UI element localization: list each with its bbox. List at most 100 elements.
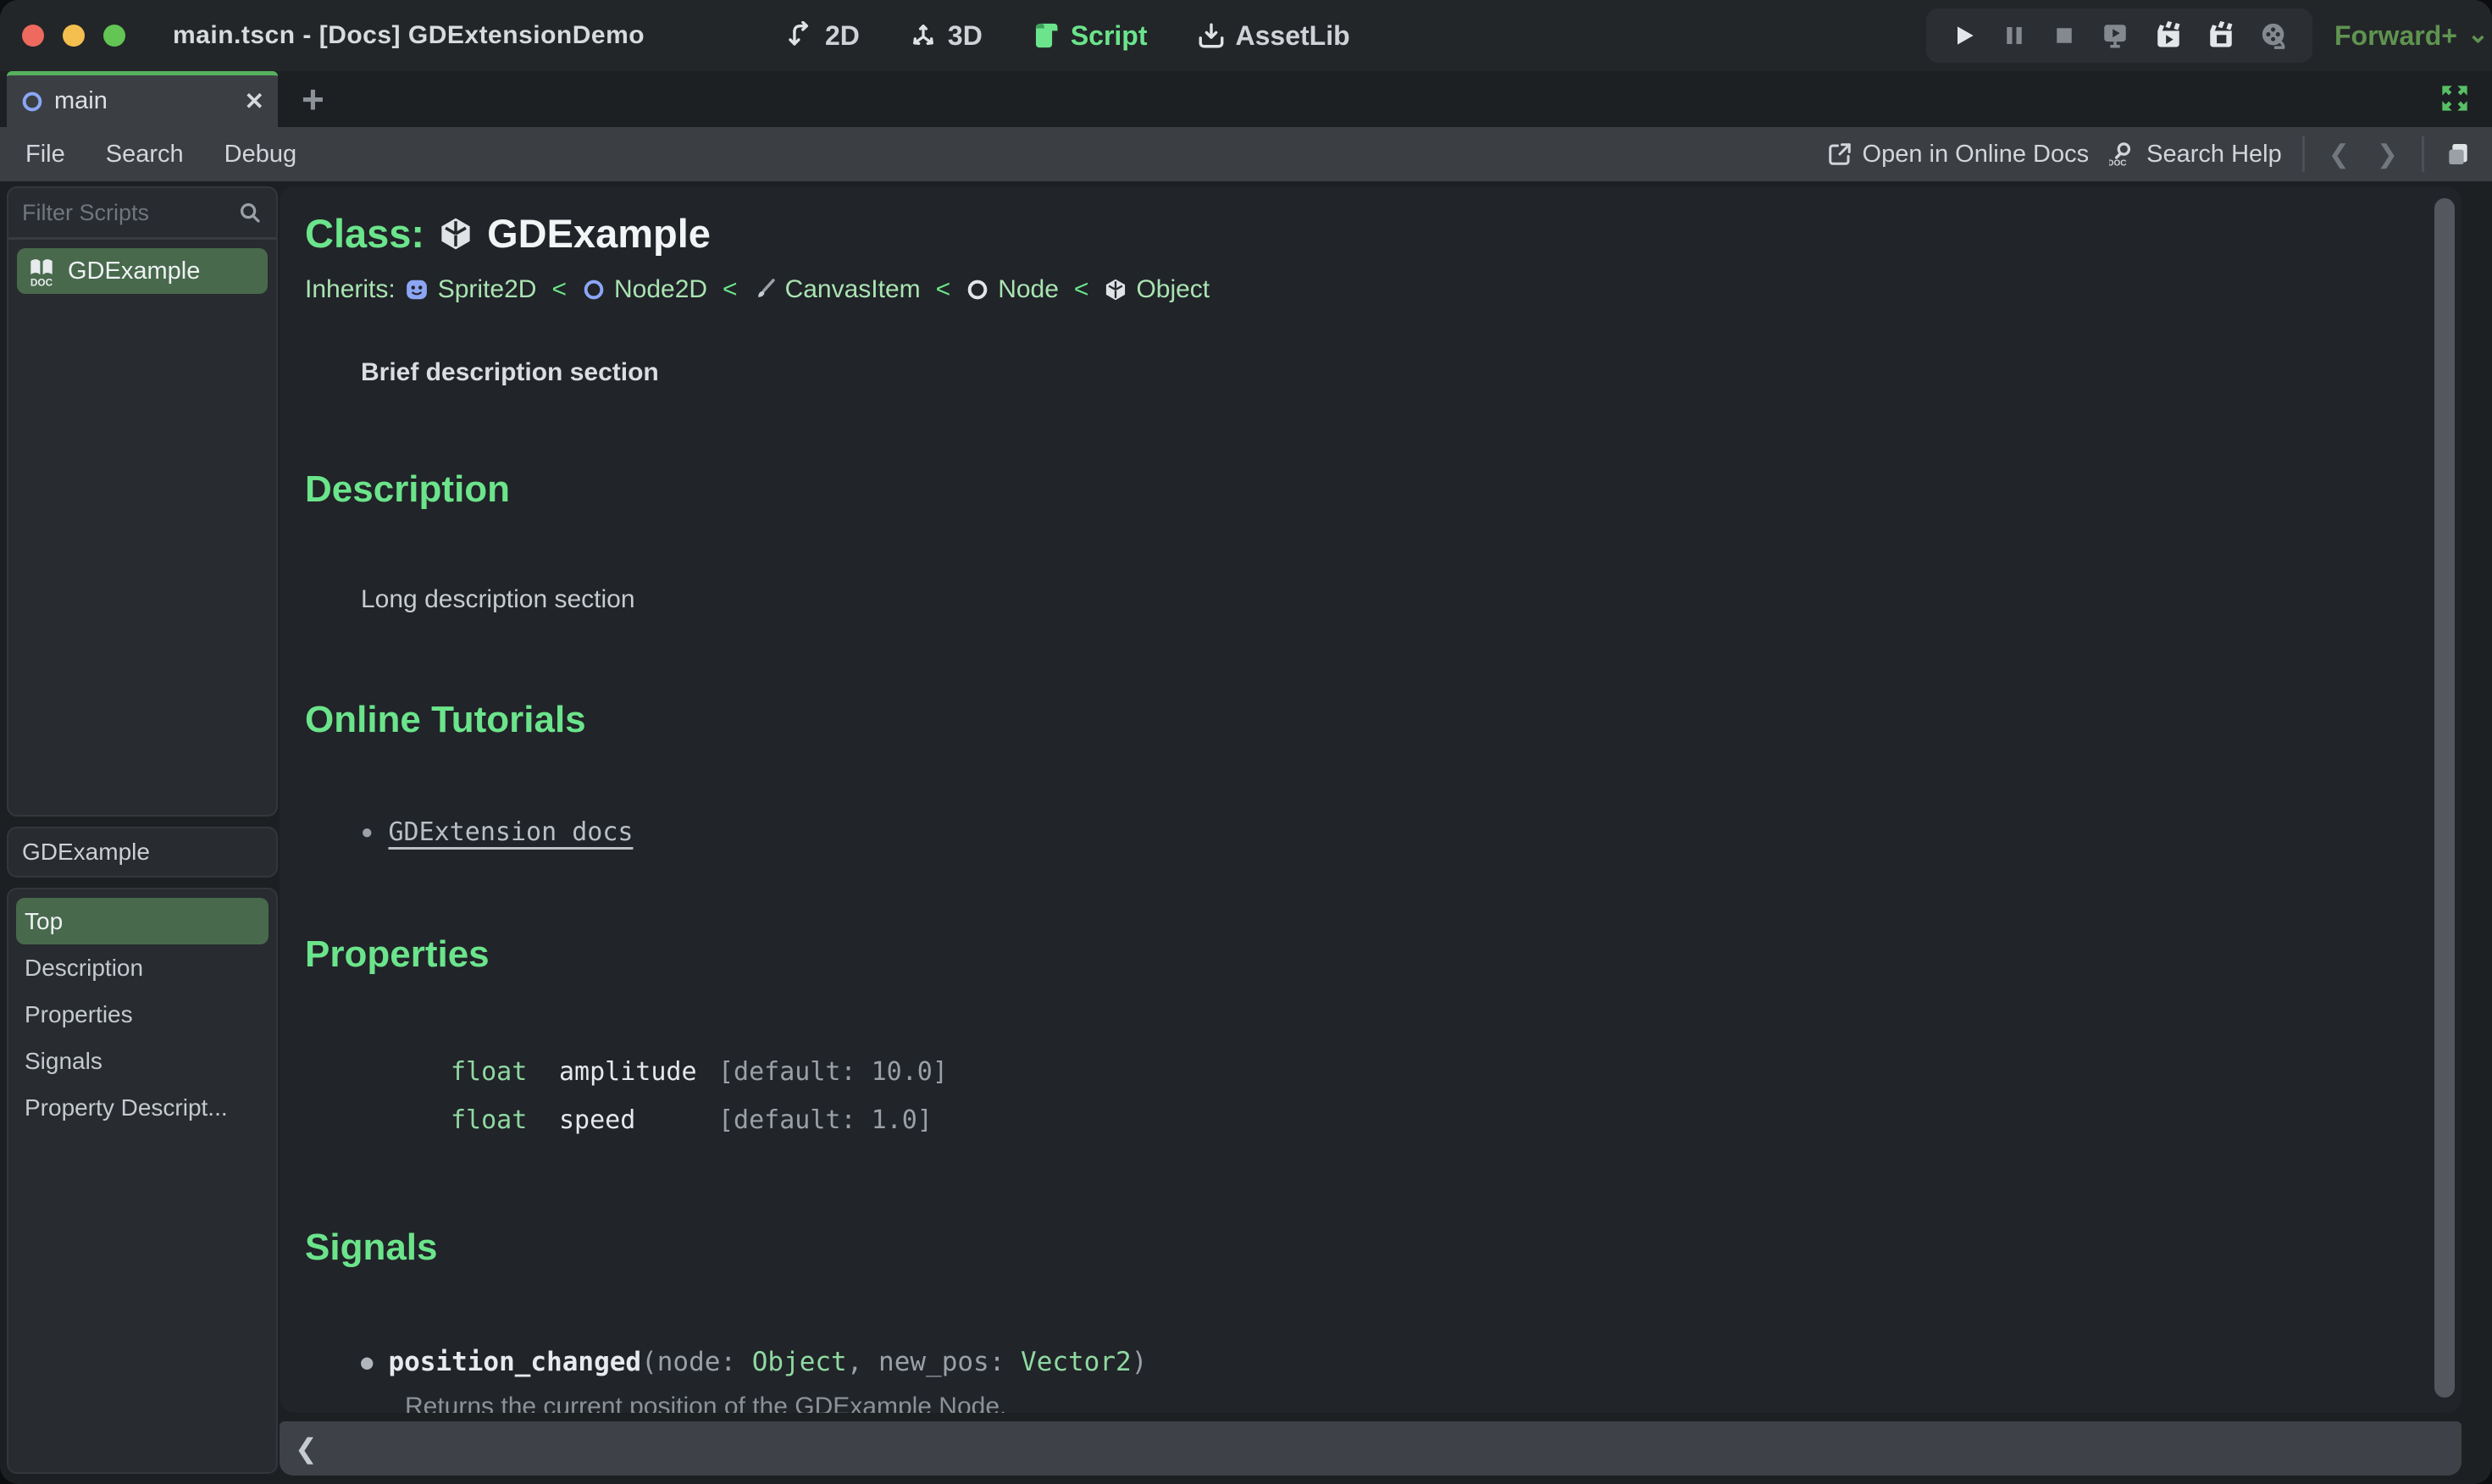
outline-item-signals[interactable]: Signals — [16, 1038, 269, 1084]
external-link-icon — [1827, 141, 1852, 167]
toggle-scripts-panel-icon[interactable] — [2445, 141, 2472, 168]
scripts-list-panel: Filter Scripts DOC GDExample — [7, 186, 278, 817]
outline-item-property-descriptions[interactable]: Property Descript... — [16, 1084, 269, 1131]
doc-scrollbar-thumb[interactable] — [2434, 198, 2455, 1398]
property-type[interactable]: float — [451, 1057, 559, 1087]
filter-scripts-placeholder: Filter Scripts — [22, 199, 150, 225]
outline-item-properties[interactable]: Properties — [16, 991, 269, 1038]
property-name-speed[interactable]: speed — [559, 1105, 718, 1135]
workspace-2d-label: 2D — [825, 19, 860, 51]
script-editor-menubar: File Search Debug Open in Online Docs DO… — [0, 127, 2492, 181]
minimize-window-button[interactable] — [63, 25, 85, 47]
outline-item-description[interactable]: Description — [16, 944, 269, 991]
play-button[interactable] — [1951, 22, 1978, 49]
tab-close-icon[interactable]: ✕ — [245, 87, 264, 115]
object-cube-icon — [438, 216, 473, 252]
script-scroll-icon — [1032, 21, 1060, 50]
workspace-2d-button[interactable]: 2D — [786, 20, 860, 52]
stop-button[interactable] — [2052, 23, 2077, 48]
property-name-amplitude[interactable]: amplitude — [559, 1057, 718, 1087]
search-icon — [237, 200, 263, 225]
zoom-window-button[interactable] — [103, 25, 125, 47]
close-window-button[interactable] — [22, 25, 44, 47]
scripts-sidebar: Filter Scripts DOC GDExample GDExample T… — [7, 186, 278, 1474]
inherits-link-canvasitem[interactable]: CanvasItem — [753, 275, 921, 304]
workspace-3d-label: 3D — [947, 19, 983, 51]
assetlib-download-icon — [1197, 21, 1226, 50]
outline-item-top[interactable]: Top — [16, 898, 269, 944]
outline-panel: Top Description Properties Signals Prope… — [7, 888, 278, 1474]
history-forward-button[interactable]: ❯ — [2373, 140, 2401, 169]
class-doc-panel: Class: GDExample Inherits: Sprite2D < No… — [280, 186, 2462, 1413]
script-list-item-gdexample[interactable]: DOC GDExample — [17, 248, 268, 294]
inherits-separator: < — [1073, 275, 1089, 303]
tutorial-link-row: ● GDExtension docs — [361, 817, 2394, 847]
3d-icon — [909, 21, 938, 50]
object-cube-icon — [1104, 278, 1127, 302]
inherits-separator: < — [723, 275, 738, 303]
window-title: main.tscn - [Docs] GDExtensionDemo — [173, 21, 645, 49]
distraction-free-icon[interactable] — [2436, 80, 2473, 117]
inherits-link-sprite2d[interactable]: Sprite2D — [404, 275, 536, 304]
workspace-switcher: 2D 3D Script AssetLib — [786, 0, 1350, 71]
signal-signature: ● position_changed(node: Object, new_pos… — [361, 1347, 1148, 1377]
play-scene-button[interactable] — [2154, 21, 2183, 50]
inherits-link-node2d[interactable]: Node2D — [582, 275, 707, 304]
filter-scripts-input[interactable]: Filter Scripts — [8, 188, 276, 240]
bullet-icon: ● — [361, 820, 374, 844]
class-label: Class: — [305, 211, 425, 256]
divider — [2422, 136, 2424, 172]
open-online-docs-label: Open in Online Docs — [1862, 140, 2090, 168]
play-custom-scene-button[interactable] — [2207, 21, 2235, 50]
divider — [2301, 136, 2305, 172]
long-description: Long description section — [361, 585, 635, 613]
section-title-tutorials: Online Tutorials — [305, 699, 586, 740]
workspace-assetlib-button[interactable]: AssetLib — [1197, 20, 1350, 52]
macos-window-controls — [22, 25, 125, 47]
search-help-label: Search Help — [2146, 140, 2282, 168]
node2d-icon — [582, 278, 606, 302]
collapse-panel-icon[interactable]: ❮ — [295, 1432, 318, 1465]
scene-tab-bar: main ✕ + — [0, 71, 2492, 127]
section-title-description: Description — [305, 468, 511, 510]
signal-type-object-link[interactable]: Object — [752, 1347, 847, 1377]
renderer-select[interactable]: Forward+ ⌄ — [2334, 0, 2489, 71]
menu-file[interactable]: File — [25, 141, 65, 169]
workspace-3d-button[interactable]: 3D — [909, 20, 983, 52]
property-type[interactable]: float — [451, 1105, 559, 1135]
signal-type-vector2-link[interactable]: Vector2 — [1021, 1347, 1132, 1377]
class-name: GDExample — [487, 211, 711, 256]
bottom-panel-bar: ❮ — [280, 1421, 2462, 1476]
2d-icon — [786, 21, 815, 50]
gdextension-docs-link[interactable]: GDExtension docs — [389, 817, 634, 847]
node-icon — [966, 278, 989, 302]
add-tab-button[interactable]: + — [302, 76, 324, 122]
movie-maker-button[interactable] — [2260, 21, 2289, 50]
brief-description: Brief description section — [361, 358, 659, 386]
menu-search[interactable]: Search — [106, 141, 184, 169]
section-title-signals: Signals — [305, 1227, 438, 1268]
inherits-link-object[interactable]: Object — [1104, 275, 1210, 304]
title-bar: main.tscn - [Docs] GDExtensionDemo 2D 3D — [0, 0, 2492, 71]
doc-scrollbar[interactable] — [2434, 197, 2455, 1401]
tab-main[interactable]: main ✕ — [7, 71, 278, 127]
tab-main-label: main — [54, 87, 108, 114]
open-online-docs-button[interactable]: Open in Online Docs — [1827, 140, 2090, 169]
godot-editor-window: main.tscn - [Docs] GDExtensionDemo 2D 3D — [0, 0, 2492, 1484]
workspace-assetlib-label: AssetLib — [1235, 19, 1350, 51]
menu-debug[interactable]: Debug — [224, 141, 296, 169]
search-doc-icon: DOC — [2109, 141, 2136, 168]
inherits-link-node[interactable]: Node — [966, 275, 1059, 304]
svg-text:DOC: DOC — [30, 276, 53, 287]
history-back-button[interactable]: ❮ — [2325, 140, 2353, 169]
bullet-icon: ● — [361, 1350, 374, 1374]
script-item-label: GDExample — [68, 257, 201, 285]
paintbrush-icon — [753, 278, 777, 302]
outline-header: GDExample — [22, 839, 150, 865]
pause-button[interactable] — [2002, 23, 2027, 48]
workspace-script-button[interactable]: Script — [1032, 20, 1148, 52]
play-remote-button[interactable] — [2101, 21, 2129, 50]
search-help-button[interactable]: DOC Search Help — [2109, 141, 2282, 169]
script-editor-content: Filter Scripts DOC GDExample GDExample T… — [0, 181, 2492, 1484]
playback-controls — [1926, 8, 2312, 63]
